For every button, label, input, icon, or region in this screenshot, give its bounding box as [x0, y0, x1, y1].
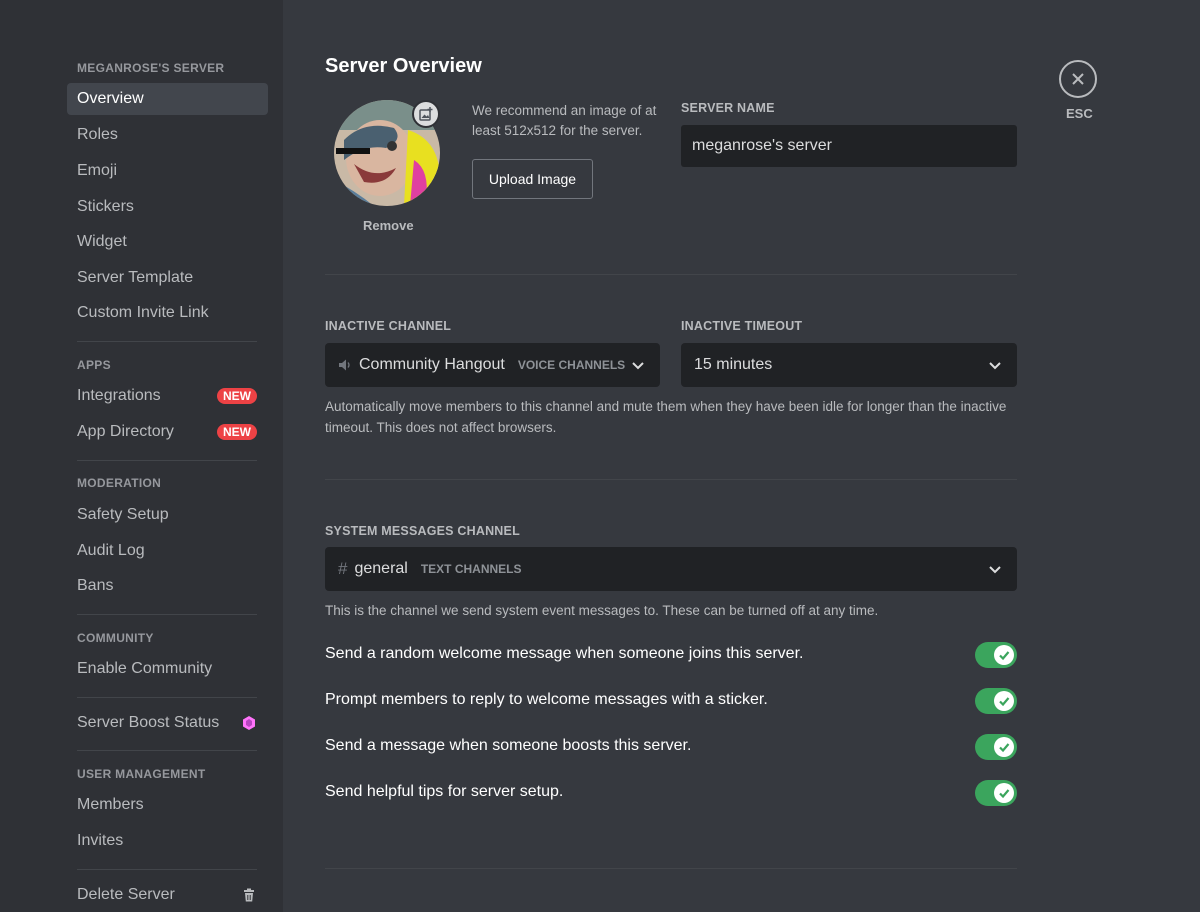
sidebar-item-app-directory[interactable]: App Directory NEW — [67, 416, 268, 448]
settings-sidebar: MEGANROSE'S SERVER Overview Roles Emoji … — [0, 0, 283, 912]
sidebar-item-label: Invites — [77, 832, 124, 849]
welcome-message-toggle[interactable] — [975, 642, 1017, 668]
toggle-label: Send helpful tips for server setup. — [325, 783, 564, 800]
add-image-icon[interactable] — [412, 100, 440, 128]
sidebar-item-bans[interactable]: Bans — [67, 570, 268, 602]
section-divider — [325, 479, 1017, 480]
sidebar-item-label: Server Boost Status — [77, 714, 220, 731]
toggle-row-boost-message: Send a message when someone boosts this … — [325, 734, 1017, 762]
sidebar-item-overview[interactable]: Overview — [67, 83, 268, 115]
server-name-input[interactable] — [681, 125, 1017, 167]
inactive-channel-select[interactable]: Community Hangout VOICE CHANNELS — [325, 343, 660, 387]
sidebar-item-label: Delete Server — [77, 886, 175, 903]
remove-avatar-link[interactable]: Remove — [363, 218, 414, 233]
sidebar-item-delete-server[interactable]: Delete Server — [67, 879, 268, 911]
trash-icon — [244, 888, 254, 902]
toggle-label: Send a message when someone boosts this … — [325, 737, 692, 754]
sidebar-item-label: Roles — [77, 126, 118, 143]
sidebar-divider — [77, 750, 257, 751]
sidebar-item-integrations[interactable]: Integrations NEW — [67, 380, 268, 412]
inactive-channel-value: Community Hangout — [359, 356, 505, 373]
sidebar-item-enable-community[interactable]: Enable Community — [67, 653, 268, 685]
check-icon — [994, 783, 1014, 803]
sidebar-divider — [77, 341, 257, 342]
sidebar-header-user-management: USER MANAGEMENT — [77, 767, 206, 781]
system-channel-select[interactable]: # general TEXT CHANNELS — [325, 547, 1017, 591]
inactive-channel-label: INACTIVE CHANNEL — [325, 319, 452, 333]
sidebar-divider — [77, 869, 257, 870]
section-divider — [325, 274, 1017, 275]
sidebar-item-custom-invite-link[interactable]: Custom Invite Link — [67, 297, 268, 329]
toggle-row-welcome-message: Send a random welcome message when someo… — [325, 642, 1017, 670]
section-divider — [325, 868, 1017, 869]
sidebar-item-label: Audit Log — [77, 542, 145, 559]
sidebar-item-safety-setup[interactable]: Safety Setup — [67, 499, 268, 531]
hash-icon: # — [338, 559, 348, 578]
inactive-help-text: Automatically move members to this chann… — [325, 399, 1007, 435]
sidebar-item-server-boost-status[interactable]: Server Boost Status — [67, 707, 268, 739]
sidebar-item-members[interactable]: Members — [67, 789, 268, 821]
sidebar-item-label: Emoji — [77, 162, 118, 179]
sidebar-divider — [77, 697, 257, 698]
speaker-icon — [339, 359, 350, 371]
image-recommendation-text: We recommend an image of at least 512x51… — [472, 103, 657, 138]
chevron-down-icon — [632, 362, 644, 370]
inactive-timeout-value: 15 minutes — [694, 356, 773, 373]
sidebar-header-server: MEGANROSE'S SERVER — [77, 61, 225, 75]
esc-label: ESC — [1066, 106, 1093, 121]
inactive-timeout-label: INACTIVE TIMEOUT — [681, 319, 803, 333]
server-icon-uploader[interactable] — [334, 100, 440, 206]
new-badge: NEW — [217, 424, 257, 440]
sidebar-divider — [77, 460, 257, 461]
sidebar-item-label: Server Template — [77, 269, 194, 286]
boost-gem-icon — [243, 716, 255, 730]
system-channel-value: general — [354, 560, 408, 577]
upload-image-button[interactable]: Upload Image — [472, 159, 593, 199]
sidebar-header-apps: APPS — [77, 358, 111, 372]
new-badge: NEW — [217, 388, 257, 404]
chevron-down-icon — [989, 566, 1001, 574]
sidebar-item-audit-log[interactable]: Audit Log — [67, 535, 268, 567]
sidebar-item-label: Members — [77, 796, 144, 813]
sidebar-item-label: Custom Invite Link — [77, 304, 209, 321]
system-help-text: This is the channel we send system event… — [325, 603, 879, 618]
check-icon — [994, 737, 1014, 757]
sidebar-item-roles[interactable]: Roles — [67, 119, 268, 151]
chevron-down-icon — [989, 362, 1001, 370]
system-channel-label: SYSTEM MESSAGES CHANNEL — [325, 524, 520, 538]
sidebar-item-label: Widget — [77, 233, 127, 250]
server-name-label: SERVER NAME — [681, 101, 775, 115]
check-icon — [994, 691, 1014, 711]
sidebar-item-label: Enable Community — [77, 660, 213, 677]
toggle-row-setup-tips: Send helpful tips for server setup. — [325, 780, 1017, 808]
sidebar-item-invites[interactable]: Invites — [67, 825, 268, 857]
sidebar-item-label: Integrations — [77, 387, 161, 404]
sidebar-item-label: Overview — [77, 90, 144, 107]
check-icon — [994, 645, 1014, 665]
toggle-row-sticker-reply: Prompt members to reply to welcome messa… — [325, 688, 1017, 716]
sidebar-divider — [77, 614, 257, 615]
close-button[interactable] — [1059, 60, 1097, 98]
inactive-timeout-select[interactable]: 15 minutes — [681, 343, 1017, 387]
system-channel-category: TEXT CHANNELS — [420, 562, 522, 576]
toggle-label: Send a random welcome message when someo… — [325, 645, 804, 662]
sidebar-item-server-template[interactable]: Server Template — [67, 262, 268, 294]
toggle-label: Prompt members to reply to welcome messa… — [325, 691, 768, 708]
boost-message-toggle[interactable] — [975, 734, 1017, 760]
sidebar-item-widget[interactable]: Widget — [67, 226, 268, 258]
sidebar-item-label: Safety Setup — [77, 506, 169, 523]
sidebar-item-label: Stickers — [77, 198, 134, 215]
sidebar-item-label: Bans — [77, 577, 114, 594]
sidebar-item-emoji[interactable]: Emoji — [67, 155, 268, 187]
setup-tips-toggle[interactable] — [975, 780, 1017, 806]
sticker-reply-toggle[interactable] — [975, 688, 1017, 714]
close-icon — [1072, 73, 1084, 85]
page-title: Server Overview — [325, 55, 482, 77]
sidebar-header-moderation: MODERATION — [77, 476, 162, 490]
sidebar-item-stickers[interactable]: Stickers — [67, 191, 268, 223]
sidebar-item-label: App Directory — [77, 423, 174, 440]
inactive-channel-category: VOICE CHANNELS — [517, 358, 626, 372]
sidebar-header-community: COMMUNITY — [77, 631, 154, 645]
